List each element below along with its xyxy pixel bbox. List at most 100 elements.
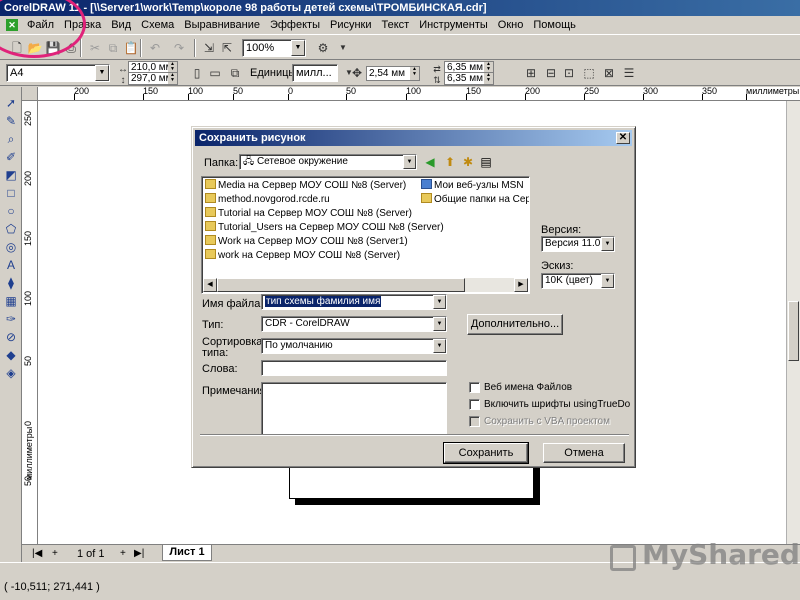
menu-window[interactable]: Окно — [493, 17, 529, 34]
cut-icon[interactable]: ✂ — [86, 39, 104, 57]
list-item[interactable]: Tutorial_Users на Сервер МОУ СОШ №8 (Ser… — [205, 221, 444, 234]
interactive-fill-icon[interactable]: ▦ — [3, 293, 19, 309]
landscape-icon[interactable]: ▭ — [206, 64, 224, 82]
save-button[interactable]: Сохранить — [443, 442, 529, 464]
chevron-down-icon[interactable]: ▼ — [433, 295, 446, 309]
sort-combo[interactable]: По умолчанию ▼ — [261, 338, 447, 354]
embed-fonts-checkbox[interactable]: Включить шрифты usingTrueDo — [469, 398, 630, 411]
menu-help[interactable]: Помощь — [528, 17, 581, 34]
all-pages-icon[interactable]: ⧉ — [226, 64, 244, 82]
outline-tool-icon[interactable]: ⊘ — [3, 329, 19, 345]
list-item[interactable]: Media на Сервер МОУ СОШ №8 (Server) — [205, 179, 406, 192]
page-height-field[interactable]: 297,0 мм ▲ ▼ — [128, 72, 178, 85]
chevron-down-icon[interactable]: ▼ — [95, 65, 109, 81]
new-folder-icon[interactable]: ✱ — [460, 154, 476, 170]
scrollbar-thumb[interactable] — [788, 301, 799, 361]
scrollbar-thumb[interactable] — [217, 278, 465, 292]
up-folder-icon[interactable]: ⬆ — [442, 154, 458, 170]
file-type-combo[interactable]: CDR - CorelDRAW ▼ — [261, 316, 447, 332]
last-page-icon[interactable]: ▶| — [134, 548, 144, 560]
redo-icon[interactable]: ↷ — [170, 39, 188, 57]
draw-toggle-icon[interactable]: ⊠ — [600, 64, 618, 82]
scroll-right-icon[interactable]: ▶ — [514, 278, 528, 292]
polygon-tool-icon[interactable]: ⬠ — [3, 221, 19, 237]
export-icon[interactable]: ⇱ — [218, 39, 236, 57]
snap-grid-icon[interactable]: ⊞ — [522, 64, 540, 82]
options-icon[interactable]: ☰ — [620, 64, 638, 82]
view-menu-icon[interactable]: ▤ — [478, 154, 494, 170]
menu-view[interactable]: Вид — [106, 17, 136, 34]
ruler-corner[interactable] — [22, 87, 38, 101]
cancel-button[interactable]: Отмена — [543, 443, 625, 463]
undo-icon[interactable]: ↶ — [146, 39, 164, 57]
portrait-icon[interactable]: ▯ — [188, 64, 206, 82]
treat-as-filled-icon[interactable]: ⬚ — [580, 64, 598, 82]
chevron-down-icon[interactable]: ▼ — [403, 155, 416, 169]
interactive-blend-icon[interactable]: ⧫ — [3, 275, 19, 291]
units-combo[interactable]: милл... — [292, 64, 338, 82]
ellipse-tool-icon[interactable]: ○ — [3, 203, 19, 219]
import-icon[interactable]: ⇲ — [200, 39, 218, 57]
list-item[interactable]: method.novgorod.rcde.ru — [205, 193, 330, 206]
smart-fill-tool-icon[interactable]: ◩ — [3, 167, 19, 183]
sheet-tab[interactable]: Лист 1 — [162, 545, 212, 561]
list-item[interactable]: Мои веб-узлы MSN — [421, 179, 524, 192]
vertical-scrollbar[interactable] — [786, 101, 800, 544]
paste-icon[interactable]: 📋 — [122, 39, 140, 57]
spinner-icon[interactable]: ▲ ▼ — [410, 67, 419, 80]
chevron-down-icon[interactable]: ▼ — [433, 339, 446, 353]
fill-tool-icon[interactable]: ◆ — [3, 347, 19, 363]
pick-tool-icon[interactable]: ➚ — [3, 95, 19, 111]
list-item[interactable]: Tutorial на Сервер МОУ СОШ №8 (Server) — [205, 207, 412, 220]
scroll-left-icon[interactable]: ◀ — [203, 278, 217, 292]
menu-arrange[interactable]: Выравнивание — [179, 17, 265, 34]
menu-layout[interactable]: Схема — [136, 17, 179, 34]
notes-textarea[interactable] — [261, 382, 447, 436]
chevron-down-icon[interactable]: ▼ — [601, 274, 614, 288]
freehand-tool-icon[interactable]: ✐ — [3, 149, 19, 165]
text-tool-icon[interactable]: A — [3, 257, 19, 273]
copy-icon[interactable]: ⧉ — [104, 39, 122, 57]
nudge-field[interactable]: 2,54 мм ▲ ▼ — [366, 66, 420, 81]
advanced-button[interactable]: Дополнительно... — [467, 314, 563, 335]
horizontal-scrollbar[interactable]: ◀ ▶ — [203, 278, 528, 292]
web-names-checkbox[interactable]: Веб имена Файлов — [469, 381, 572, 394]
snap-objects-icon[interactable]: ⊡ — [560, 64, 578, 82]
filename-input[interactable]: тип схемы фамилия имя ▼ — [261, 294, 447, 310]
first-page-icon[interactable]: |◀ — [32, 548, 42, 560]
close-icon[interactable]: ✕ — [616, 132, 630, 144]
chevron-down-icon[interactable]: ▼ — [334, 39, 352, 57]
checkbox-box[interactable] — [469, 382, 480, 393]
spinner-icon[interactable]: ▲ ▼ — [484, 73, 493, 84]
menu-text[interactable]: Текст — [377, 17, 415, 34]
interactive-fill-tool-icon[interactable]: ◈ — [3, 365, 19, 381]
file-list[interactable]: Media на Сервер МОУ СОШ №8 (Server) meth… — [201, 176, 530, 294]
duplicate-y-field[interactable]: 6,35 мм ▲ ▼ — [444, 72, 494, 85]
spinner-icon[interactable]: ▲ ▼ — [168, 73, 177, 84]
horizontal-ruler[interactable]: 200 150 100 50 0 50 100 150 200 250 300 … — [38, 87, 800, 101]
rectangle-tool-icon[interactable]: □ — [3, 185, 19, 201]
snap-guidelines-icon[interactable]: ⊟ — [542, 64, 560, 82]
menu-bitmaps[interactable]: Рисунки — [325, 17, 377, 34]
version-combo[interactable]: Версия 11.0 ▼ — [541, 236, 615, 252]
paper-size-combo[interactable]: A4 ▼ — [6, 64, 110, 82]
folder-combo[interactable]: 🖧 Сетевое окружение ▼ — [239, 154, 417, 170]
list-item[interactable]: Work на Сервер МОУ СОШ №8 (Server1) — [205, 235, 408, 248]
chevron-down-icon[interactable]: ▼ — [433, 317, 446, 331]
shape-tool-icon[interactable]: ✎ — [3, 113, 19, 129]
zoom-tool-icon[interactable]: ⌕ — [3, 131, 19, 147]
checkbox-box[interactable] — [469, 399, 480, 410]
menu-tools[interactable]: Инструменты — [414, 17, 493, 34]
zoom-combo[interactable]: 100% ▼ — [242, 39, 306, 57]
list-item[interactable]: Общие папки на Серве — [421, 193, 529, 206]
spiral-tool-icon[interactable]: ◎ — [3, 239, 19, 255]
chevron-down-icon[interactable]: ▼ — [601, 237, 614, 251]
add-page-icon[interactable]: + — [52, 548, 58, 560]
back-icon[interactable]: ◀ — [422, 154, 438, 170]
eyedropper-tool-icon[interactable]: ✑ — [3, 311, 19, 327]
list-item[interactable]: work на Сервер МОУ СОШ №8 (Server) — [205, 249, 400, 262]
keywords-input[interactable] — [261, 360, 447, 376]
chevron-down-icon[interactable]: ▼ — [291, 40, 305, 56]
thumbnail-combo[interactable]: 10K (цвет) ▼ — [541, 273, 615, 289]
add-page-after-icon[interactable]: + — [120, 548, 126, 560]
